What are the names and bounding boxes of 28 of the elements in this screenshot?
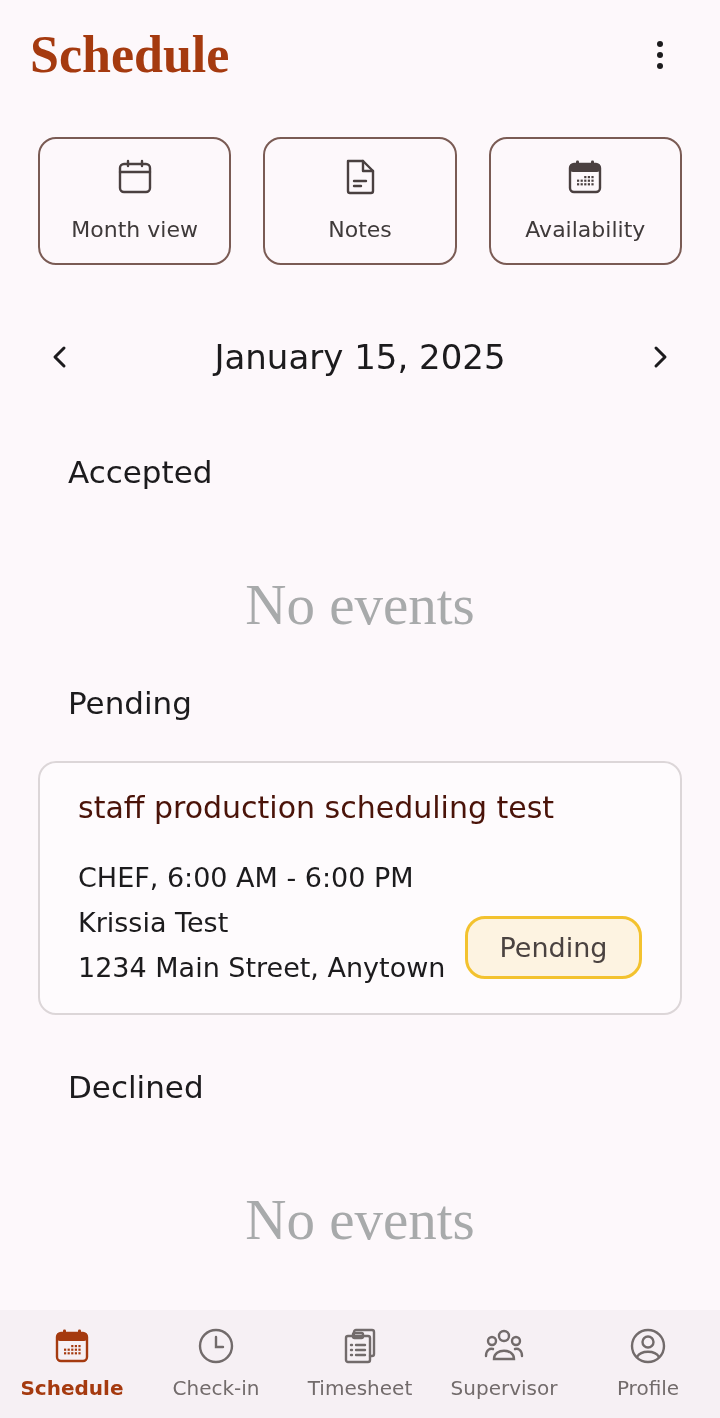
event-title: staff production scheduling test — [78, 789, 555, 827]
quick-action-button[interactable]: Month view — [38, 137, 232, 265]
selected-date: January 15, 2025 — [214, 337, 506, 377]
event-card[interactable]: staff production scheduling test CHEF, 6:00 AM - 6:00 PM Krissia Test 1234 Main Street, Anytown Pending — [38, 761, 682, 1015]
empty-message: No events — [245, 1187, 475, 1253]
event-role-time: CHEF, 6:00 AM - 6:00 PM — [78, 861, 414, 895]
empty-message: No events — [245, 572, 475, 638]
event-person: Krissia Test — [78, 906, 229, 940]
quick-action-button[interactable]: Notes — [263, 137, 457, 265]
section-heading: Declined — [68, 1068, 204, 1107]
calendar-icon — [54, 1328, 90, 1364]
page-title: Schedule — [30, 29, 230, 81]
calendar-icon — [116, 159, 153, 195]
status-badge: Pending — [465, 916, 642, 979]
event-address: 1234 Main Street, Anytown — [78, 951, 446, 985]
nav-tab[interactable]: Supervisor — [432, 1310, 576, 1418]
calendar-icon — [567, 159, 604, 195]
more-menu-icon[interactable] — [655, 40, 665, 70]
profile-icon — [630, 1328, 666, 1364]
nav-tab[interactable]: Profile — [576, 1310, 720, 1418]
clipboard-icon — [342, 1328, 378, 1364]
clock-icon — [198, 1328, 234, 1364]
section-heading: Accepted — [68, 453, 213, 492]
section-heading: Pending — [68, 684, 192, 723]
nav-tab[interactable]: Schedule — [0, 1310, 144, 1418]
quick-action-button[interactable]: Availability — [488, 137, 682, 265]
nav-tab[interactable]: Check-in — [144, 1310, 288, 1418]
nav-tab[interactable]: Timesheet — [288, 1310, 432, 1418]
